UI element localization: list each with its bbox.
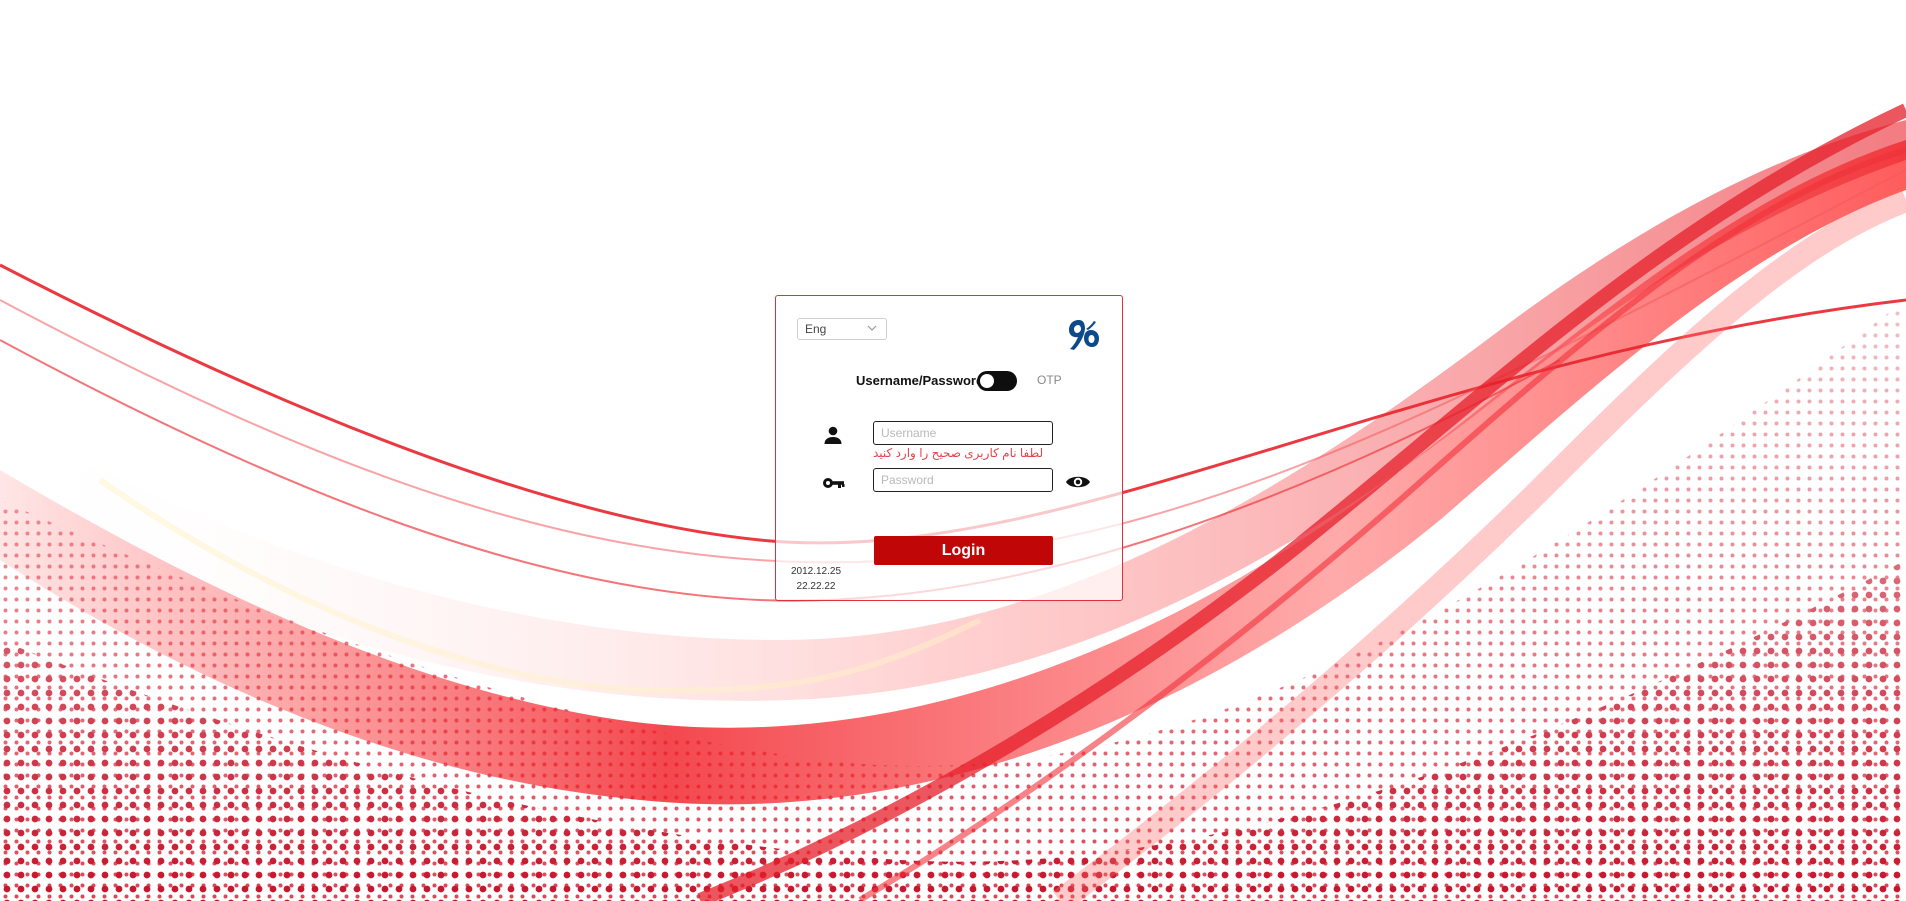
stamp-time: 22.22.22 <box>796 581 836 592</box>
user-icon <box>824 426 842 444</box>
otp-mode-label: OTP <box>1037 373 1062 387</box>
eye-icon[interactable] <box>1065 472 1091 492</box>
language-selected-value: Eng <box>805 322 827 336</box>
username-password-mode-label: Username/Password <box>856 373 984 388</box>
login-button[interactable]: Login <box>874 536 1053 565</box>
language-select[interactable]: Eng <box>797 318 887 340</box>
username-input[interactable] <box>873 421 1053 445</box>
auth-mode-row: Username/Password OTP <box>776 370 1122 392</box>
brand-logo-icon <box>1069 320 1099 350</box>
password-input[interactable] <box>873 468 1053 492</box>
auth-mode-toggle[interactable] <box>977 371 1017 391</box>
toggle-knob <box>980 374 994 388</box>
login-page: Eng Username/Password OTP لطفا نام کاربر… <box>0 0 1906 901</box>
datetime-stamp: 2012.12.25 22.22.22 <box>788 564 844 594</box>
key-icon <box>823 478 845 488</box>
stamp-date: 2012.12.25 <box>790 566 842 577</box>
username-error-message: لطفا نام کاربری صحیح را وارد کنید <box>873 446 1044 460</box>
login-card: Eng Username/Password OTP لطفا نام کاربر… <box>775 295 1123 601</box>
chevron-down-icon <box>867 325 877 331</box>
